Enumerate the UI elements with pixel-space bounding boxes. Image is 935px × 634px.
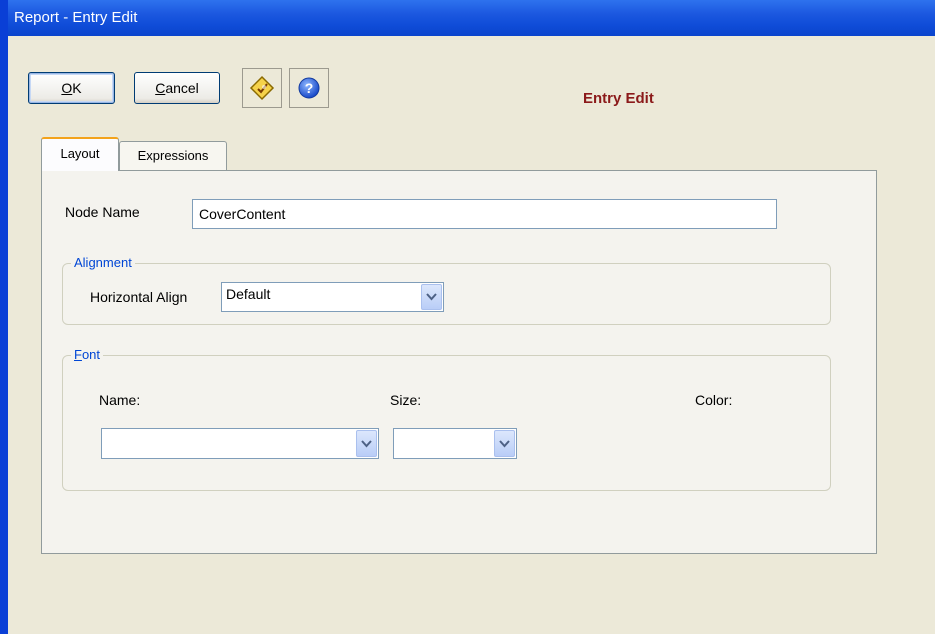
font-legend-rest: ont [81, 347, 101, 362]
help-icon: ? [298, 77, 320, 99]
wizard-button[interactable] [242, 68, 282, 108]
font-groupbox [62, 355, 831, 491]
font-legend-mnemonic: F [74, 347, 82, 362]
horizontal-align-select[interactable]: Default [221, 282, 444, 312]
window-title: Report - Entry Edit [14, 9, 138, 26]
font-size-label: Size: [390, 392, 422, 408]
font-size-dropdown-button[interactable] [494, 430, 515, 457]
horizontal-align-value: Default [226, 286, 271, 302]
node-name-input[interactable] [192, 199, 777, 229]
cancel-mnemonic: C [155, 80, 166, 96]
font-name-select[interactable] [101, 428, 379, 459]
chevron-down-icon [361, 439, 372, 447]
cancel-button[interactable]: Cancel [134, 72, 220, 104]
ok-label-rest: K [72, 80, 82, 96]
chevron-down-icon [499, 439, 510, 447]
alignment-legend: Alignment [71, 255, 135, 270]
font-size-select[interactable] [393, 428, 517, 459]
font-legend: Font [71, 347, 104, 362]
ok-button[interactable]: OK [28, 72, 115, 104]
title-bar: Report - Entry Edit [8, 0, 935, 36]
font-color-label: Color: [695, 392, 733, 408]
window-frame-edge [0, 0, 8, 634]
horizontal-align-dropdown-button[interactable] [421, 284, 442, 310]
svg-text:?: ? [305, 80, 314, 96]
node-name-label: Node Name [65, 204, 140, 220]
layout-tab-panel: Node Name Alignment Horizontal Align Def… [41, 170, 877, 554]
dialog-window: Report - Entry Edit OK Cancel ? Entry Ed… [8, 0, 935, 634]
tab-expressions[interactable]: Expressions [119, 141, 227, 170]
font-name-dropdown-button[interactable] [356, 430, 377, 457]
page-heading: Entry Edit [583, 90, 654, 107]
chevron-down-icon [426, 293, 437, 301]
font-name-label: Name: [99, 392, 141, 408]
horizontal-align-label: Horizontal Align [90, 289, 188, 305]
wizard-icon [249, 75, 275, 101]
tab-layout[interactable]: Layout [41, 137, 119, 171]
help-button[interactable]: ? [289, 68, 329, 108]
cancel-label-rest: ancel [165, 80, 199, 96]
ok-mnemonic: O [61, 80, 73, 96]
